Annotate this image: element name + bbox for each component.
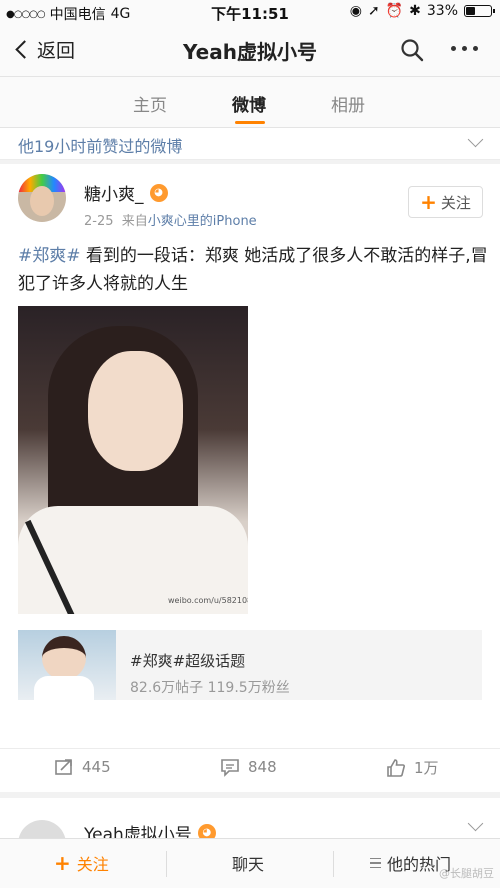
plus-icon: + (420, 190, 437, 214)
post-date: 2-25 (84, 214, 114, 229)
active-tab-indicator (235, 121, 265, 124)
divider (166, 851, 167, 877)
chevron-down-icon[interactable] (467, 131, 484, 148)
divider (333, 851, 334, 877)
rotation-lock-icon: ◉ (349, 3, 362, 19)
alarm-icon: ⏰ (385, 3, 404, 19)
battery-icon (464, 5, 495, 17)
more-icon[interactable] (451, 46, 478, 51)
topic-tag[interactable]: #郑爽# (18, 246, 81, 266)
tab-home[interactable]: 主页 (133, 91, 167, 116)
image-watermark: weibo.com/u/5821086453 (168, 596, 248, 605)
comment-button[interactable]: 848 (220, 757, 277, 777)
repost-icon (55, 759, 72, 775)
status-right: ◉ ➚ ⏰ ✱ 33% (349, 3, 495, 19)
post-image[interactable]: weibo.com/u/5821086453 (18, 306, 248, 614)
tab-weibo[interactable]: 微博 (232, 91, 266, 116)
post-username[interactable]: 糖小爽_ (84, 180, 144, 205)
repost-count: 445 (82, 758, 111, 776)
super-topic-card[interactable]: #郑爽#超级话题 82.6万帖子 119.5万粉丝 (18, 630, 482, 700)
post-actions: 445 848 1万 (0, 748, 500, 784)
comment-icon (221, 759, 239, 777)
post-source[interactable]: 小爽心里的iPhone (148, 214, 257, 229)
post-source-prefix: 来自 (121, 214, 148, 229)
thumbnail-face (42, 636, 86, 680)
bluetooth-icon: ✱ (409, 3, 421, 19)
like-count: 1万 (414, 759, 439, 777)
search-icon[interactable] (400, 38, 424, 62)
post-body: 看到的一段话：郑爽 她活成了很多人不敢活的样子,冒犯了许多人将就的人生 (18, 246, 488, 294)
image-face (88, 351, 183, 471)
member-badge-icon: ◕ (149, 183, 168, 202)
location-icon: ➚ (367, 3, 380, 19)
menu-icon (370, 857, 381, 869)
avatar-face (30, 186, 54, 216)
liked-header-text: 他19小时前赞过的微博 (18, 137, 183, 156)
chat-button[interactable]: 聊天 (232, 851, 264, 875)
status-bar: ●○○○○ 中国电信 4G 下午11:51 ◉ ➚ ⏰ ✱ 33% (0, 0, 500, 24)
page-title: Yeah虚拟小号 (183, 40, 317, 64)
topic-thumbnail (18, 630, 116, 700)
liked-header[interactable]: 他19小时前赞过的微博 (0, 128, 500, 160)
bottom-follow-button[interactable]: + 关注 (54, 851, 109, 875)
plus-icon: + (54, 851, 71, 875)
follow-button[interactable]: + 关注 (408, 186, 483, 218)
nav-bar: 返回 Yeah虚拟小号 (0, 24, 500, 76)
follow-label: 关注 (440, 193, 471, 212)
thumbs-up-icon (387, 758, 405, 777)
post-text: #郑爽# 看到的一段话：郑爽 她活成了很多人不敢活的样子,冒犯了许多人将就的人生 (18, 242, 488, 298)
topic-card-title: #郑爽#超级话题 (130, 652, 246, 670)
chevron-down-icon[interactable] (467, 815, 484, 832)
post-username-row: 糖小爽_ ◕ (84, 180, 168, 205)
tab-album[interactable]: 相册 (331, 91, 365, 116)
comment-count: 848 (248, 758, 277, 776)
profile-tabs: 主页 微博 相册 (0, 76, 500, 128)
topic-card-stats: 82.6万帖子 119.5万粉丝 (130, 680, 290, 696)
bottom-follow-label: 关注 (76, 855, 109, 874)
weibo-post: 糖小爽_ ◕ 2-25 来自小爽心里的iPhone + 关注 #郑爽# 看到的一… (0, 164, 500, 792)
repost-button[interactable]: 445 (54, 757, 111, 777)
battery-fill (466, 7, 475, 15)
thumbnail-uniform (34, 676, 94, 700)
battery-percent: 33% (426, 3, 458, 19)
corner-watermark: @长腿胡豆 (439, 867, 494, 880)
avatar[interactable] (18, 174, 66, 222)
like-button[interactable]: 1万 (386, 757, 439, 778)
post-meta: 2-25 来自小爽心里的iPhone (84, 210, 257, 229)
next-post[interactable]: Yeah虚拟小号 ◕ (0, 798, 500, 868)
bottom-bar: + 关注 聊天 他的热门 @长腿胡豆 (0, 838, 500, 888)
chat-label: 聊天 (232, 855, 265, 874)
